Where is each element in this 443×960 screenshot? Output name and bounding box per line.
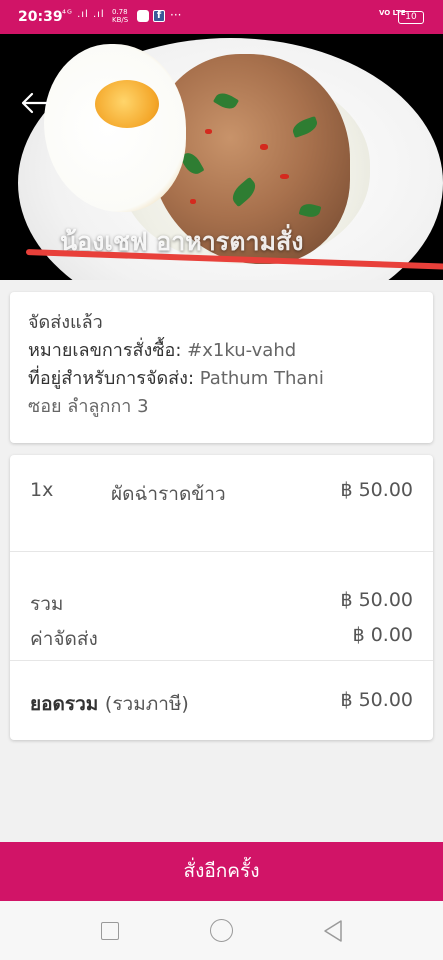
restaurant-hero-image: น้องเชฟ อาหารตามสั่ง [0, 34, 443, 280]
item-name: ผัดฉ่าราดข้าว [111, 483, 226, 505]
order-number: #x1ku-vahd [187, 340, 297, 361]
divider [10, 660, 433, 661]
battery-icon: 10 [398, 11, 424, 24]
order-item-row: 1x ผัดฉ่าราดข้าว ฿ 50.00 [10, 455, 433, 551]
reorder-button[interactable]: สั่งอีกครั้ง [0, 842, 443, 901]
total-label-text: ยอดรวม [30, 693, 99, 715]
total-label: ยอดรวม (รวมภาษี) [30, 689, 189, 719]
network-speed: 0.78 KB/S [112, 8, 128, 24]
home-icon[interactable] [210, 919, 233, 942]
recent-apps-icon[interactable] [101, 922, 119, 940]
item-price: ฿ 50.00 [340, 479, 413, 501]
subtotal-label: รวม [30, 593, 64, 615]
delivery-fee-label: ค่าจัดส่ง [30, 628, 98, 650]
address-line2: ซอย ลำลูกกา 3 [28, 396, 149, 417]
status-bar: 20:39 ⁴ᴳ .ıl .ıl 0.78 KB/S f ··· VO LTE 1… [0, 0, 443, 34]
nav-back-icon[interactable] [322, 919, 344, 943]
address-line1: Pathum Thani [199, 368, 324, 389]
address-row: ที่อยู่สำหรับการจัดส่ง: Pathum Thani [28, 365, 415, 393]
more-notifications-icon: ··· [170, 8, 182, 22]
android-nav-bar [0, 901, 443, 960]
divider [10, 551, 433, 552]
status-time: 20:39 [18, 9, 63, 25]
order-summary-card: 1x ผัดฉ่าราดข้าว ฿ 50.00 รวม ฿ 50.00 ค่า… [10, 455, 433, 740]
total-tax-note: (รวมภาษี) [104, 693, 189, 715]
chili-piece [280, 174, 289, 179]
item-quantity: 1x [30, 479, 54, 501]
chili-piece [205, 129, 212, 134]
back-arrow-icon[interactable] [20, 92, 50, 114]
order-number-row: หมายเลขการสั่งซื้อ: #x1ku-vahd [28, 337, 415, 365]
network-speed-value: 0.78 [112, 8, 128, 16]
total-value: ฿ 50.00 [340, 689, 413, 711]
app-notification-icon [137, 10, 149, 22]
facebook-icon: f [153, 10, 165, 22]
subtotal-value: ฿ 50.00 [340, 589, 413, 611]
network-speed-unit: KB/S [112, 16, 129, 24]
order-status: จัดส่งแล้ว [28, 312, 103, 333]
order-info-card: จัดส่งแล้ว หมายเลขการสั่งซื้อ: #x1ku-vah… [10, 292, 433, 443]
chili-piece [190, 199, 196, 204]
egg-yolk [95, 80, 159, 128]
address-label: ที่อยู่สำหรับการจัดส่ง: [28, 368, 195, 389]
order-number-label: หมายเลขการสั่งซื้อ: [28, 340, 182, 361]
signal-icon: ⁴ᴳ .ıl .ıl [62, 9, 105, 20]
delivery-fee-value: ฿ 0.00 [352, 624, 413, 646]
chili-piece [260, 144, 268, 150]
